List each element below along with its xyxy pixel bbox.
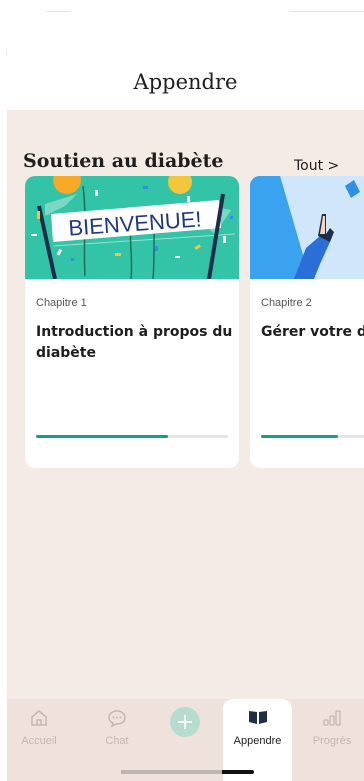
tab-learn-label: Appendre <box>233 735 282 747</box>
chapter-number: Chapitre 2 <box>261 297 312 309</box>
chat-icon <box>108 710 126 727</box>
welcome-banner-illustration: BIENVENUE! <box>25 176 239 279</box>
section-title: Soutien au diabète <box>23 150 224 172</box>
chapter-card-2[interactable]: Chapitre 2 Gérer votre di <box>250 176 364 468</box>
tab-progress[interactable]: Progrès <box>300 699 364 781</box>
hand-pointing-illustration <box>250 176 364 279</box>
phone-frame: Appendre Soutien au diabète Tout > BIENV… <box>0 0 364 781</box>
chapter-progress-fill <box>261 435 338 438</box>
tab-home[interactable]: Accueil <box>7 699 71 781</box>
chapter-title-line-1: Introduction à propos du <box>36 324 233 340</box>
tab-home-label: Accueil <box>21 735 57 747</box>
chapter-card-1[interactable]: BIENVENUE! Chapitre 1 Introduction à pro… <box>25 176 239 468</box>
page-title: Appendre <box>133 70 238 94</box>
tab-chat-label: Chat <box>105 735 129 747</box>
chapter-progress-bar <box>261 435 364 438</box>
chart-icon <box>323 710 341 726</box>
see-all-link[interactable]: Tout > <box>294 158 339 174</box>
tab-progress-label: Progrès <box>312 735 352 747</box>
chapter-title-line-2: diabète <box>36 345 96 361</box>
tab-chat[interactable]: Chat <box>85 699 149 781</box>
screen: Appendre Soutien au diabète Tout > BIENV… <box>7 12 364 781</box>
learn-content[interactable]: Soutien au diabète Tout > BIENVENUE! Cha… <box>7 110 364 699</box>
chapter-number: Chapitre 1 <box>36 297 87 309</box>
tab-learn[interactable]: Appendre <box>223 699 292 781</box>
chapter-title: Gérer votre di <box>261 322 364 343</box>
home-icon <box>31 710 47 726</box>
tab-bar: Accueil Chat Appendre Progrès <box>7 699 364 781</box>
book-icon <box>248 711 267 724</box>
chapter-title-line-1: Gérer votre di <box>261 324 364 340</box>
chapter-progress-bar <box>36 435 228 438</box>
chapter-progress-fill <box>36 435 169 438</box>
add-button[interactable] <box>170 707 200 737</box>
chapter-title: Introduction à propos du diabète <box>36 322 232 364</box>
header: Appendre <box>7 12 364 110</box>
